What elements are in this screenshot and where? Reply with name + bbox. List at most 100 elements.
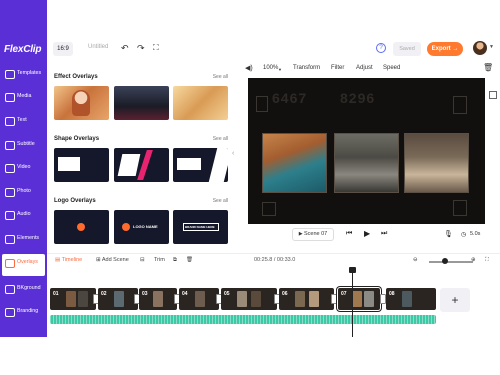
split-icon[interactable]: ⊟ (140, 257, 145, 263)
see-all-effect-link[interactable]: See all (213, 74, 228, 80)
see-all-logo-link[interactable]: See all (213, 198, 228, 204)
text-icon (5, 117, 15, 126)
zoom-out-icon[interactable]: ⊖ (413, 257, 418, 263)
chevron-down-icon[interactable]: ▼ (489, 44, 494, 50)
section-title-logo-overlays: Logo Overlays (54, 198, 96, 204)
app-logo[interactable]: FlexClip (4, 44, 41, 55)
microphone-icon[interactable]: 🎙 (444, 230, 453, 238)
avatar[interactable] (473, 41, 487, 55)
scene-duration[interactable]: 5.0s (470, 231, 480, 237)
panel-collapse-icon[interactable]: ‹ (232, 150, 234, 157)
sidebar-item-background[interactable]: BKground (0, 280, 47, 302)
sidebar-item-subtitle[interactable]: Subtitle (0, 136, 47, 158)
photo-cyclists[interactable] (334, 133, 399, 193)
playhead[interactable] (352, 267, 353, 337)
clip-number: 07 (341, 291, 347, 297)
next-icon[interactable]: ⏭ (381, 230, 387, 238)
effect-overlay-thumb[interactable] (54, 86, 109, 120)
sidebar-item-photo[interactable]: Photo (0, 183, 47, 205)
logo-overlay-thumb[interactable]: BRAND NAME HERE (173, 210, 228, 244)
filter-button[interactable]: Filter (331, 65, 344, 71)
shape-stripe (208, 148, 228, 182)
sidebar-item-overlays[interactable]: Overlays (2, 254, 45, 276)
clip-frame (114, 291, 124, 307)
speed-button[interactable]: Speed (383, 65, 400, 71)
logo-overlay-thumb[interactable]: LOGO NAME (114, 210, 169, 244)
sidebar-item-branding[interactable]: Branding (0, 303, 47, 325)
zoom-in-icon[interactable]: ⊕ (471, 257, 476, 263)
audio-track[interactable] (50, 315, 436, 324)
logo-overlay-thumb[interactable] (54, 210, 109, 244)
add-scene-plus-button[interactable]: + (440, 288, 470, 312)
clip-frame (237, 291, 247, 307)
section-title-effect-overlays: Effect Overlays (54, 74, 98, 80)
adjust-button[interactable]: Adjust (356, 65, 373, 71)
zoom-slider-handle[interactable] (442, 258, 448, 264)
timeline-toolbar: ▤ Timeline ⊞ Add Scene ⊟ Trim ⧉ 🗑 00:25.… (47, 253, 500, 267)
transition-button[interactable] (331, 294, 337, 304)
transform-button[interactable]: Transform (293, 65, 320, 71)
logo-thumb-text: LOGO NAME (133, 224, 158, 229)
film-number: 6467 (272, 90, 308, 106)
expand-icon[interactable]: ⛶ (485, 257, 489, 264)
chevron-down-icon[interactable]: ▼ (278, 67, 282, 72)
timeline-track: 01 02 03 04 05 06 07 08 + (47, 267, 500, 337)
trash-icon[interactable]: 🗑 (483, 63, 493, 72)
film-frame (256, 96, 268, 112)
timeline-tab[interactable]: ▤ Timeline (55, 257, 82, 263)
clock-icon: ◷ (461, 232, 467, 238)
undo-icon[interactable]: ↶ (121, 43, 129, 53)
sidebar: FlexClip Templates Media Text Subtitle V… (0, 0, 47, 337)
film-number: 8296 (340, 90, 376, 106)
volume-icon[interactable]: ◀) (245, 64, 253, 72)
photo-icon (5, 188, 15, 197)
redo-icon[interactable]: ↷ (137, 43, 145, 53)
timeline-clip[interactable]: 03 (139, 288, 177, 310)
delete-icon[interactable]: 🗑 (186, 257, 193, 263)
saved-button[interactable]: Saved (393, 42, 421, 56)
shape-overlay-thumb[interactable] (114, 148, 169, 182)
trim-button[interactable]: Trim (154, 257, 165, 263)
sidebar-item-elements[interactable]: Elements (0, 230, 47, 252)
scene-selector[interactable]: ▶ Scene 07 (292, 228, 334, 241)
duplicate-icon[interactable]: ⧉ (173, 257, 177, 264)
aspect-ratio-button[interactable]: 16:9 (53, 42, 73, 56)
timeline-clip[interactable]: 05 (221, 288, 277, 310)
timeline-clip[interactable]: 04 (179, 288, 219, 310)
see-all-shape-link[interactable]: See all (213, 136, 228, 142)
sidebar-item-text[interactable]: Text (0, 112, 47, 134)
export-button[interactable]: Export → (427, 42, 463, 56)
clip-frame (251, 291, 261, 307)
sidebar-item-audio[interactable]: Audio (0, 206, 47, 228)
previous-icon[interactable]: ⏮ (346, 230, 352, 238)
shape-overlay-thumb[interactable] (173, 148, 228, 182)
timeline-clip-selected[interactable]: 07 (337, 287, 381, 311)
clip-frame (364, 291, 374, 307)
clip-number: 02 (101, 291, 107, 297)
sidebar-item-templates[interactable]: Templates (0, 65, 47, 87)
clip-frame (352, 291, 362, 307)
preview-canvas[interactable]: 6467 8296 (248, 78, 485, 224)
timeline-clip[interactable]: 06 (279, 288, 334, 310)
timeline-clip[interactable]: 02 (98, 288, 138, 310)
effect-overlay-thumb[interactable] (173, 86, 228, 120)
photo-harbor[interactable] (262, 133, 327, 193)
project-name[interactable]: Untitled (88, 44, 108, 50)
sidebar-item-video[interactable]: Video (0, 159, 47, 181)
effect-overlay-thumb[interactable] (114, 86, 169, 120)
zoom-slider[interactable] (429, 261, 473, 263)
logo-mark (122, 223, 130, 231)
copy-icon[interactable] (489, 91, 497, 99)
sidebar-item-media[interactable]: Media (0, 88, 47, 110)
help-icon[interactable]: ? (376, 43, 386, 53)
play-icon[interactable]: ▶ (364, 229, 370, 238)
shape-overlay-thumb[interactable] (54, 148, 109, 182)
timeline-clip[interactable]: 01 (50, 288, 96, 310)
fullscreen-icon[interactable]: ⛶ (153, 43, 159, 53)
timeline-clip[interactable]: 08 (386, 288, 436, 310)
zoom-select[interactable]: 100% (263, 65, 278, 71)
shape-block (58, 157, 80, 171)
add-scene-button[interactable]: ⊞ Add Scene (96, 257, 129, 263)
photo-friends[interactable] (404, 133, 469, 193)
film-frame (453, 200, 467, 216)
